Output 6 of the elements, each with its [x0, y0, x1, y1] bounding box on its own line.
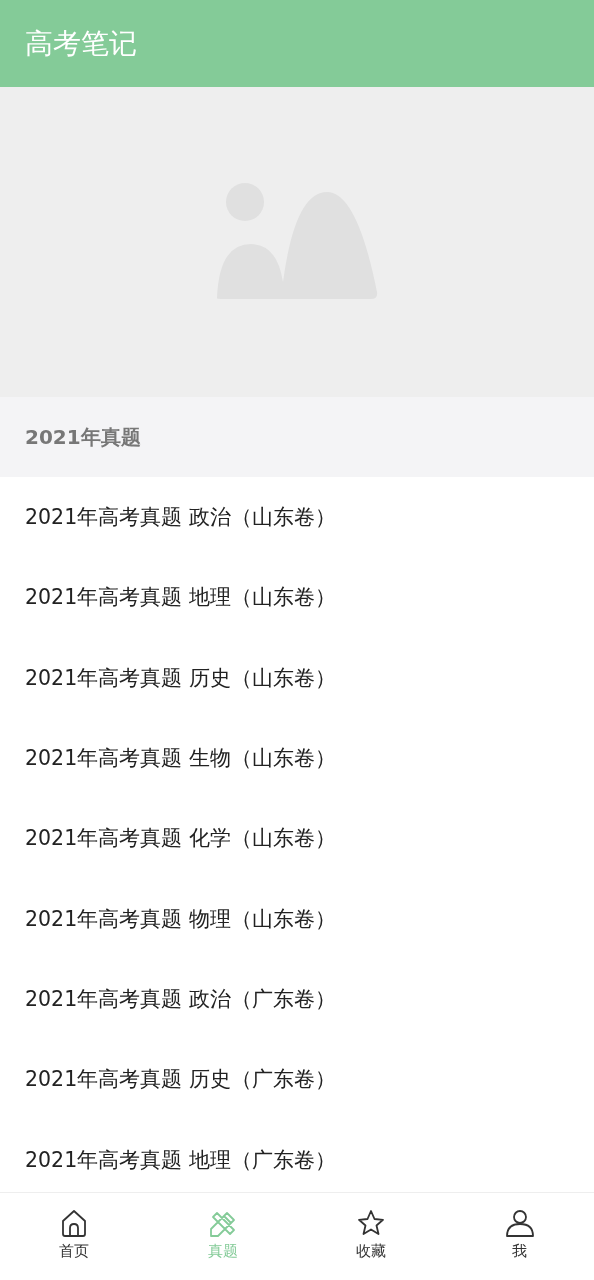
- section-title: 2021年真题: [25, 423, 141, 451]
- person-icon: [504, 1208, 535, 1239]
- nav-tab[interactable]: 首页: [0, 1193, 149, 1280]
- nav-tab[interactable]: 收藏: [297, 1193, 446, 1280]
- app-title: 高考笔记: [25, 25, 137, 62]
- nav-tab[interactable]: 我: [445, 1193, 594, 1280]
